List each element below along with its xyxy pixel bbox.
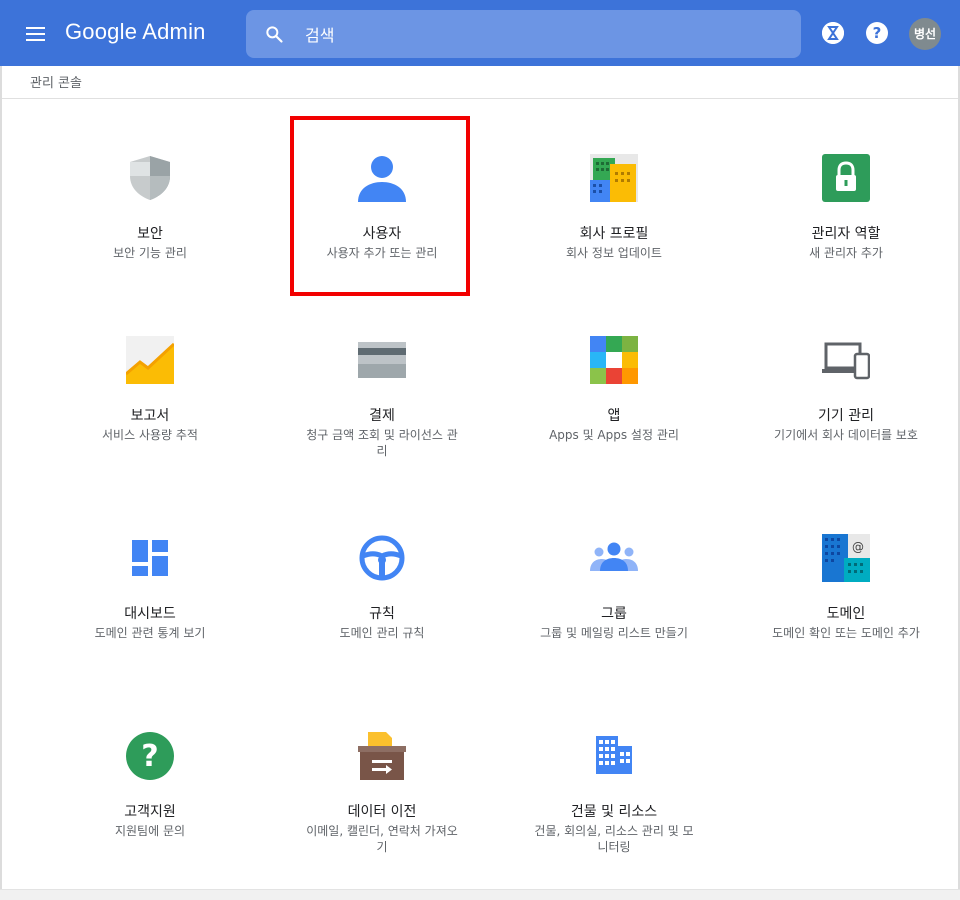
steering-wheel-icon xyxy=(359,535,405,581)
company-building-icon xyxy=(590,154,638,202)
card-description: 그룹 및 메일링 리스트 만들기 xyxy=(540,626,688,640)
domain-icon: @ xyxy=(822,534,870,582)
card-description: Apps 및 Apps 설정 관리 xyxy=(549,428,679,442)
card-title: 보고서 xyxy=(130,408,170,424)
card-title: 데이터 이전 xyxy=(347,804,417,820)
card-title: 기기 관리 xyxy=(818,408,874,424)
top-app-bar: Google Admin ? 병선 xyxy=(0,0,960,66)
card-description: 보안 기능 관리 xyxy=(113,246,187,260)
card-title: 보안 xyxy=(137,226,163,242)
report-chart-icon xyxy=(126,336,174,384)
card-title: 건물 및 리소스 xyxy=(570,804,658,820)
search-icon xyxy=(266,26,283,43)
card-description: 도메인 관련 통계 보기 xyxy=(94,626,206,640)
building-icon xyxy=(596,736,632,774)
card-description: 도메인 관리 규칙 xyxy=(339,626,425,640)
shield-icon xyxy=(130,156,170,200)
groups-icon xyxy=(590,542,638,571)
breadcrumb-bar: 관리 콘솔 xyxy=(0,66,960,99)
card-title: 도메인 xyxy=(826,606,866,622)
card-title: 관리자 역할 xyxy=(811,226,881,242)
card-description: 서비스 사용량 추적 xyxy=(102,428,198,442)
lock-icon xyxy=(822,154,870,202)
card-title: 고객지원 xyxy=(124,804,176,820)
dashboard-icon xyxy=(132,540,168,576)
app-logo[interactable]: Google Admin xyxy=(65,19,206,45)
card-description: 이메일, 캘린더, 연락처 가져오기 xyxy=(306,824,458,854)
card-description: 새 관리자 추가 xyxy=(809,246,883,260)
help-circle-icon: ? xyxy=(126,732,174,780)
avatar[interactable]: 병선 xyxy=(909,18,941,50)
svg-text:@: @ xyxy=(852,540,864,554)
card-title: 대시보드 xyxy=(124,606,176,622)
bottom-edge xyxy=(0,889,960,900)
card-title: 규칙 xyxy=(369,606,395,622)
credit-card-icon xyxy=(358,342,406,378)
card-title: 회사 프로필 xyxy=(579,226,649,242)
devices-icon xyxy=(822,342,870,380)
hourglass-icon[interactable] xyxy=(822,22,844,44)
card-description: 사용자 추가 또는 관리 xyxy=(326,246,438,260)
data-migration-icon xyxy=(358,732,406,780)
card-title: 그룹 xyxy=(601,606,627,622)
svg-text:?: ? xyxy=(141,739,158,774)
breadcrumb[interactable]: 관리 콘솔 xyxy=(30,72,82,91)
card-description: 회사 정보 업데이트 xyxy=(566,246,662,260)
card-description: 도메인 확인 또는 도메인 추가 xyxy=(772,626,920,640)
left-border xyxy=(0,66,2,899)
menu-icon[interactable] xyxy=(24,22,48,46)
help-icon[interactable]: ? xyxy=(866,22,888,44)
highlight-box xyxy=(290,116,470,296)
card-title: 앱 xyxy=(607,408,621,424)
card-description: 청구 금액 조회 및 라이선스 관리 xyxy=(306,428,458,458)
card-description: 기기에서 회사 데이터를 보호 xyxy=(774,428,918,442)
card-title: 사용자 xyxy=(362,226,402,242)
apps-grid-icon xyxy=(590,336,638,384)
search-box[interactable] xyxy=(246,10,801,58)
card-title: 결제 xyxy=(369,408,395,424)
user-icon xyxy=(358,156,406,202)
card-description: 건물, 회의실, 리소스 관리 및 모니터링 xyxy=(534,824,694,854)
card-description: 지원팀에 문의 xyxy=(114,824,186,838)
search-input[interactable] xyxy=(303,22,787,48)
